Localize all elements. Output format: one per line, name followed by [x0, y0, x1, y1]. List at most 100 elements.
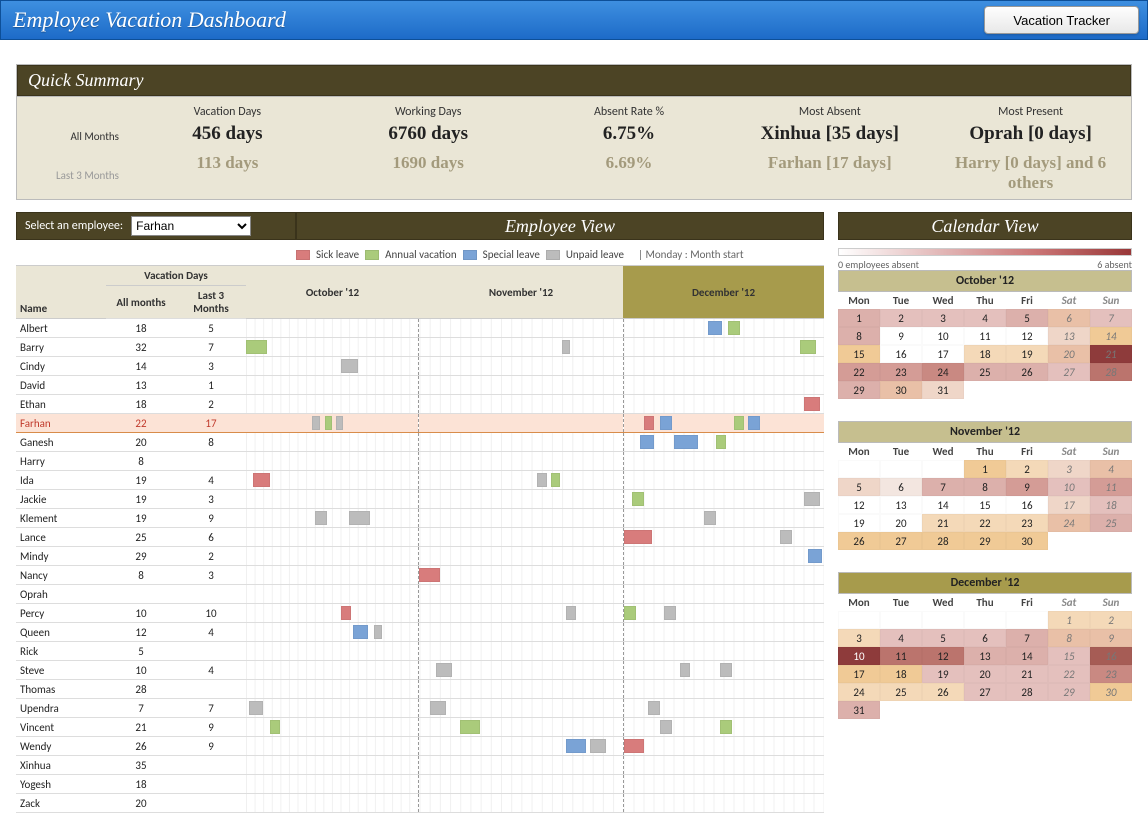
employee-row[interactable]: Zack20: [16, 794, 824, 813]
calendar-day[interactable]: 27: [964, 683, 1006, 701]
calendar-day[interactable]: 14: [1090, 327, 1132, 345]
employee-row[interactable]: Albert185: [16, 319, 824, 338]
calendar-day[interactable]: 5: [838, 478, 880, 496]
calendar-day[interactable]: 6: [964, 629, 1006, 647]
calendar-day[interactable]: 3: [838, 629, 880, 647]
calendar-day[interactable]: 10: [922, 327, 964, 345]
employee-row[interactable]: Harry8: [16, 452, 824, 471]
vacation-tracker-button[interactable]: Vacation Tracker: [984, 6, 1139, 34]
calendar-day[interactable]: 15: [1048, 647, 1090, 665]
employee-row[interactable]: Cindy143: [16, 357, 824, 376]
calendar-day[interactable]: 28: [1090, 363, 1132, 381]
employee-row[interactable]: Queen124: [16, 623, 824, 642]
calendar-day[interactable]: 8: [1048, 629, 1090, 647]
employee-row[interactable]: Ida194: [16, 471, 824, 490]
employee-select[interactable]: AlbertBarryCindyDavidEthanFarhanGaneshHa…: [131, 216, 251, 236]
employee-row[interactable]: Lance256: [16, 528, 824, 547]
calendar-day[interactable]: 6: [880, 478, 922, 496]
calendar-day[interactable]: 27: [880, 532, 922, 550]
calendar-day[interactable]: 11: [1090, 478, 1132, 496]
calendar-day[interactable]: 23: [1090, 665, 1132, 683]
calendar-day[interactable]: 17: [1048, 496, 1090, 514]
calendar-day[interactable]: 2: [1006, 460, 1048, 478]
employee-row[interactable]: Steve104: [16, 661, 824, 680]
calendar-day[interactable]: 19: [922, 665, 964, 683]
calendar-day[interactable]: 13: [1048, 327, 1090, 345]
calendar-day[interactable]: 3: [922, 309, 964, 327]
calendar-day[interactable]: 14: [922, 496, 964, 514]
employee-row[interactable]: Mindy292: [16, 547, 824, 566]
calendar-day[interactable]: 12: [922, 647, 964, 665]
calendar-day[interactable]: 31: [922, 381, 964, 399]
employee-row[interactable]: Nancy83: [16, 566, 824, 585]
calendar-day[interactable]: 1: [964, 460, 1006, 478]
calendar-day[interactable]: 25: [964, 363, 1006, 381]
calendar-day[interactable]: 26: [922, 683, 964, 701]
calendar-day[interactable]: 12: [838, 496, 880, 514]
calendar-day[interactable]: 24: [1048, 514, 1090, 532]
calendar-day[interactable]: 20: [964, 665, 1006, 683]
calendar-day[interactable]: 8: [964, 478, 1006, 496]
calendar-day[interactable]: 1: [1048, 611, 1090, 629]
calendar-day[interactable]: 30: [1006, 532, 1048, 550]
calendar-day[interactable]: 28: [922, 532, 964, 550]
calendar-day[interactable]: 16: [1090, 647, 1132, 665]
calendar-day[interactable]: 16: [1006, 496, 1048, 514]
calendar-day[interactable]: 18: [880, 665, 922, 683]
calendar-day[interactable]: 30: [1090, 683, 1132, 701]
employee-row[interactable]: Barry327: [16, 338, 824, 357]
employee-row[interactable]: Oprah: [16, 585, 824, 604]
calendar-day[interactable]: 24: [922, 363, 964, 381]
employee-row[interactable]: Farhan2217: [16, 414, 824, 433]
calendar-day[interactable]: 19: [838, 514, 880, 532]
calendar-day[interactable]: 13: [880, 496, 922, 514]
calendar-day[interactable]: 2: [880, 309, 922, 327]
calendar-day[interactable]: 19: [1006, 345, 1048, 363]
calendar-day[interactable]: 30: [880, 381, 922, 399]
calendar-day[interactable]: 22: [838, 363, 880, 381]
calendar-day[interactable]: 17: [838, 665, 880, 683]
calendar-day[interactable]: 5: [922, 629, 964, 647]
calendar-day[interactable]: 9: [880, 327, 922, 345]
calendar-day[interactable]: 7: [1090, 309, 1132, 327]
calendar-day[interactable]: 22: [964, 514, 1006, 532]
calendar-day[interactable]: 20: [1048, 345, 1090, 363]
calendar-day[interactable]: 29: [838, 381, 880, 399]
calendar-day[interactable]: 4: [964, 309, 1006, 327]
calendar-day[interactable]: 28: [1006, 683, 1048, 701]
employee-row[interactable]: Jackie193: [16, 490, 824, 509]
employee-row[interactable]: Vincent219: [16, 718, 824, 737]
calendar-day[interactable]: 23: [880, 363, 922, 381]
calendar-day[interactable]: 6: [1048, 309, 1090, 327]
calendar-day[interactable]: 31: [838, 701, 880, 719]
calendar-day[interactable]: 21: [922, 514, 964, 532]
calendar-day[interactable]: 7: [1006, 629, 1048, 647]
employee-row[interactable]: David131: [16, 376, 824, 395]
calendar-day[interactable]: 27: [1048, 363, 1090, 381]
calendar-day[interactable]: 3: [1048, 460, 1090, 478]
calendar-day[interactable]: 22: [1048, 665, 1090, 683]
calendar-day[interactable]: 9: [1006, 478, 1048, 496]
employee-row[interactable]: Thomas28: [16, 680, 824, 699]
calendar-day[interactable]: 20: [880, 514, 922, 532]
calendar-day[interactable]: 15: [964, 496, 1006, 514]
calendar-day[interactable]: 17: [922, 345, 964, 363]
calendar-day[interactable]: 25: [1090, 514, 1132, 532]
calendar-day[interactable]: 18: [1090, 496, 1132, 514]
calendar-day[interactable]: 11: [964, 327, 1006, 345]
calendar-day[interactable]: 8: [838, 327, 880, 345]
employee-row[interactable]: Yogesh18: [16, 775, 824, 794]
employee-row[interactable]: Ganesh208: [16, 433, 824, 452]
calendar-day[interactable]: 26: [838, 532, 880, 550]
employee-row[interactable]: Rick5: [16, 642, 824, 661]
calendar-day[interactable]: 16: [880, 345, 922, 363]
calendar-day[interactable]: 21: [1006, 665, 1048, 683]
employee-row[interactable]: Xinhua35: [16, 756, 824, 775]
calendar-day[interactable]: 18: [964, 345, 1006, 363]
calendar-day[interactable]: 5: [1006, 309, 1048, 327]
calendar-day[interactable]: 12: [1006, 327, 1048, 345]
employee-row[interactable]: Upendra77: [16, 699, 824, 718]
calendar-day[interactable]: 1: [838, 309, 880, 327]
calendar-day[interactable]: 4: [880, 629, 922, 647]
calendar-day[interactable]: 24: [838, 683, 880, 701]
